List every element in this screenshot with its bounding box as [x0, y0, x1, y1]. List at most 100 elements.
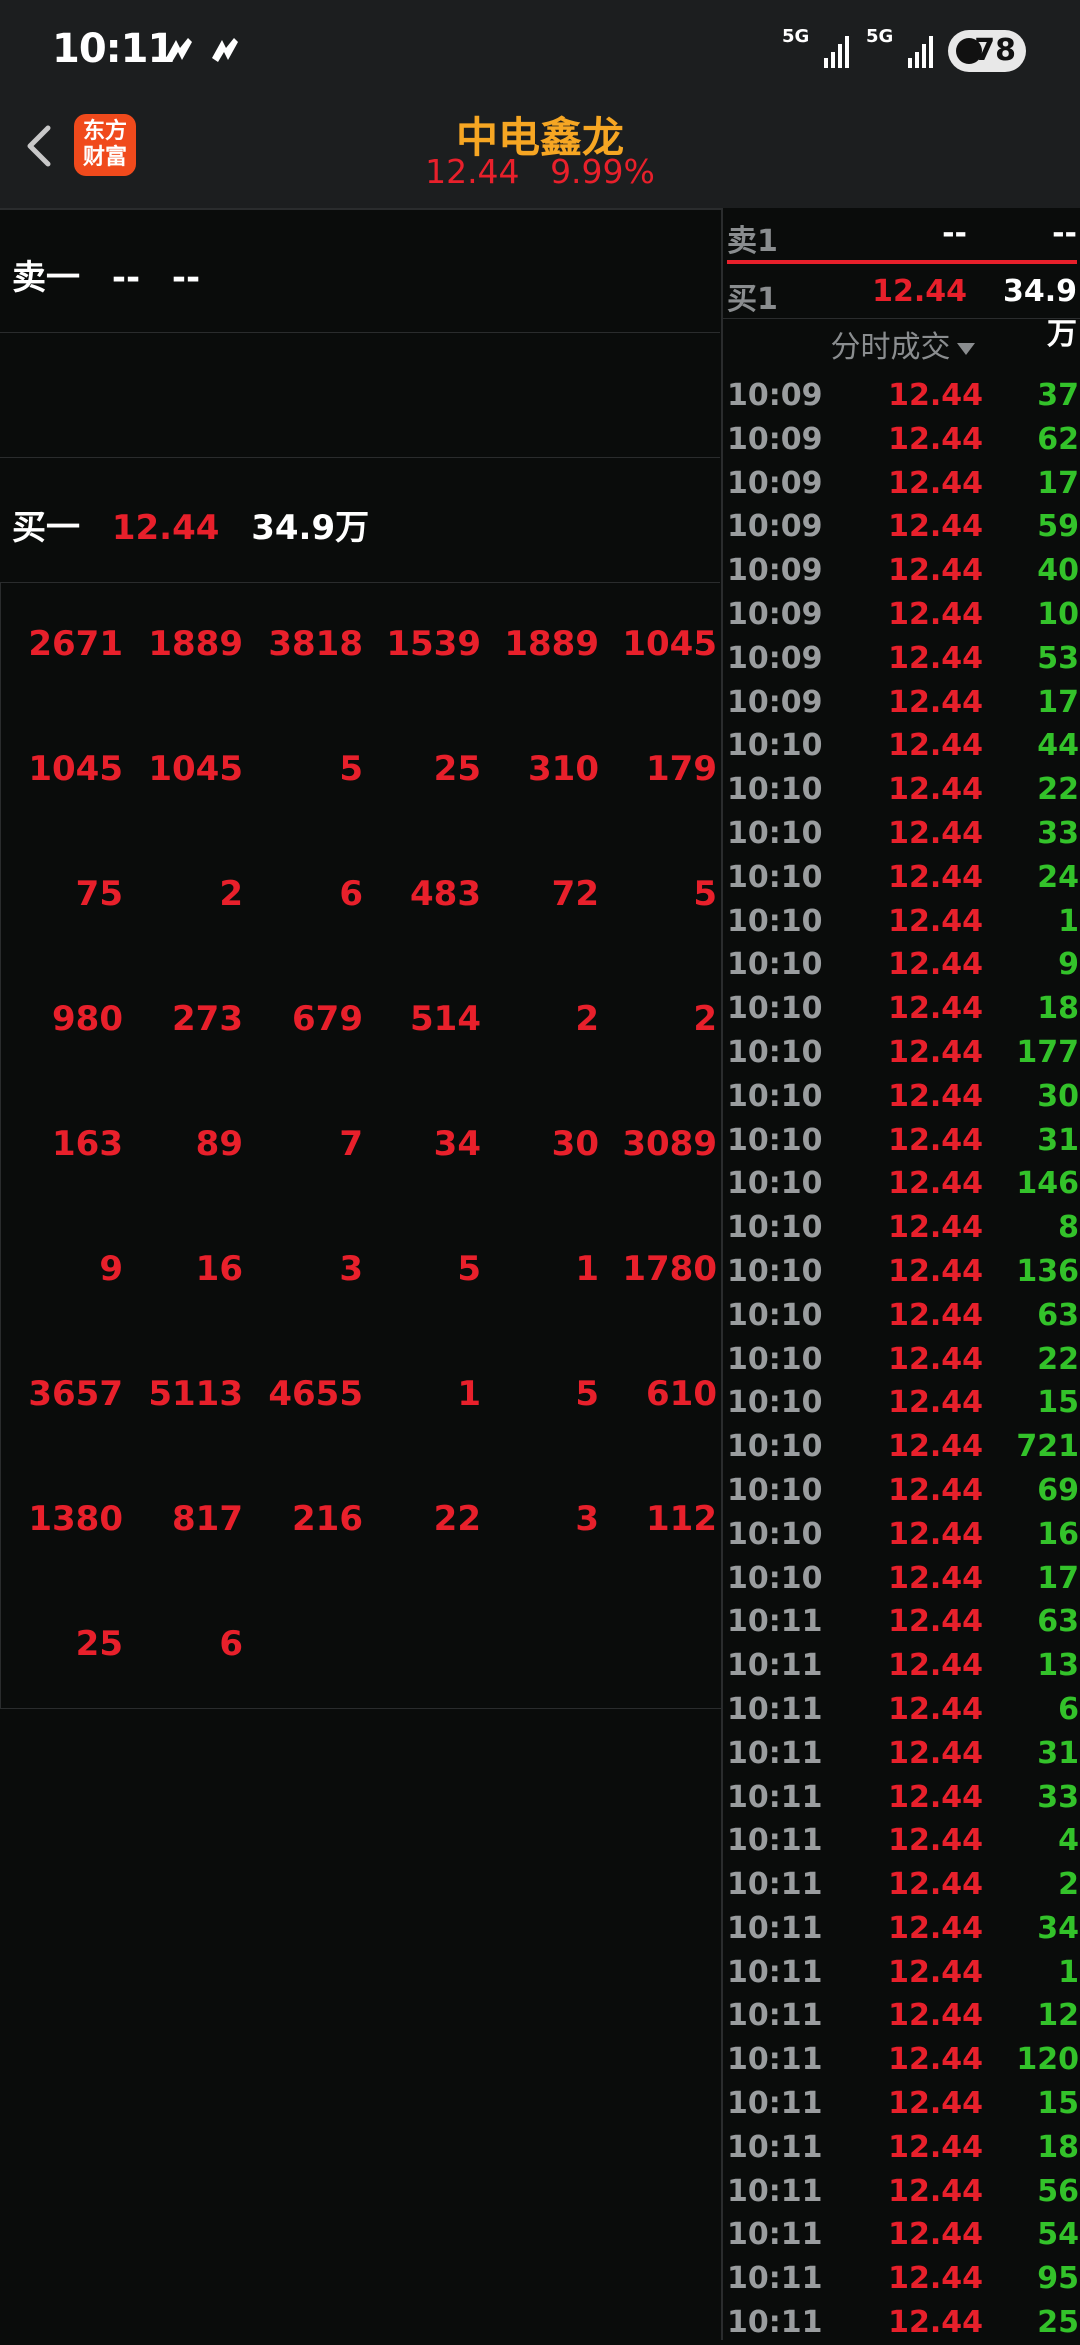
- queue-cell: 1045: [622, 624, 717, 664]
- queue-cell: 5: [457, 1249, 481, 1289]
- tick-time: 10:10: [727, 1516, 823, 1552]
- queue-cell: 3: [339, 1249, 363, 1289]
- tick-list[interactable]: 10:09 12.44 37 10:09 12.44 62 10:09 12.44 17 10:0…: [723, 374, 1080, 2345]
- queue-cell: 514: [410, 999, 481, 1039]
- tick-row: 10:09 12.44 17: [723, 681, 1080, 725]
- tick-price: 12.44: [888, 378, 983, 413]
- tick-row: 10:09 12.44 10: [723, 593, 1080, 637]
- tick-volume: 40: [1037, 553, 1079, 589]
- queue-cell: 980: [52, 999, 123, 1039]
- order-queue-grid: 2671 1889 3818 1539 1889 1045 1045 1045 5 25 310 17…: [0, 582, 721, 1709]
- tick-row: 10:11 12.44 56: [723, 2170, 1080, 2214]
- tick-volume: 136: [1016, 1253, 1079, 1289]
- tick-row: 10:11 12.44 4: [723, 1819, 1080, 1863]
- tick-row: 10:10 12.44 15: [723, 1381, 1080, 1425]
- tick-time: 10:10: [727, 1297, 823, 1333]
- tick-row: 10:11 12.44 15: [723, 2082, 1080, 2126]
- tick-price: 12.44: [888, 2261, 983, 2297]
- tick-row: 10:11 12.44 2: [723, 1863, 1080, 1907]
- queue-cell: 5: [575, 1374, 599, 1414]
- status-bar: 10:11 5G 5G 78: [0, 0, 1080, 100]
- queue-cell: 1889: [504, 624, 599, 664]
- stock-quote: 12.44 9.99%: [0, 152, 1080, 191]
- queue-cell: 30: [551, 1124, 599, 1164]
- tick-volume: 15: [1037, 1385, 1079, 1421]
- tick-row: 10:10 12.44 177: [723, 1031, 1080, 1075]
- tick-row: 10:11 12.44 31: [723, 1732, 1080, 1776]
- tick-row: 10:09 12.44 17: [723, 462, 1080, 506]
- tick-volume: 177: [1016, 1034, 1079, 1070]
- queue-cell: 1380: [28, 1499, 123, 1539]
- tick-price: 12.44: [888, 553, 983, 589]
- tick-time: 10:09: [727, 421, 823, 457]
- tick-volume: 22: [1037, 772, 1079, 808]
- sell1-volume: --: [171, 258, 201, 298]
- dropdown-triangle-icon: [956, 342, 975, 355]
- tick-row: 10:11 12.44 12: [723, 1994, 1080, 2038]
- tick-price: 12.44: [888, 421, 983, 457]
- tick-row: 10:10 12.44 22: [723, 1338, 1080, 1382]
- tick-row: 10:11 12.44 33: [723, 1776, 1080, 1820]
- queue-cell: 610: [646, 1374, 717, 1414]
- tick-price: 12.44: [888, 1297, 983, 1333]
- tick-volume: 22: [1037, 1341, 1079, 1377]
- queue-cell: 5: [339, 749, 363, 789]
- tick-row: 10:10 12.44 24: [723, 856, 1080, 900]
- tick-volume: 1: [1058, 1954, 1079, 1990]
- tick-volume: 146: [1016, 1166, 1079, 1202]
- tick-row: 10:11 12.44 120: [723, 2038, 1080, 2082]
- tick-row: 10:10 12.44 1: [723, 900, 1080, 944]
- quote-sell1-row: 卖1 -- --: [723, 208, 1080, 259]
- network-type-2: 5G: [866, 26, 894, 47]
- tick-volume: 17: [1037, 465, 1079, 501]
- tick-price: 12.44: [888, 2042, 983, 2078]
- tick-row: 10:11 12.44 54: [723, 2213, 1080, 2257]
- tick-volume: 9: [1058, 947, 1079, 983]
- tick-volume: 6: [1058, 1691, 1079, 1727]
- tick-volume: 8: [1058, 1210, 1079, 1246]
- tick-price: 12.44: [888, 1166, 983, 1202]
- tick-row: 10:10 12.44 16: [723, 1513, 1080, 1557]
- tick-price: 12.44: [888, 1560, 983, 1596]
- queue-cell: 9: [99, 1249, 123, 1289]
- queue-cell: 5: [693, 874, 717, 914]
- tick-row: 10:11 12.44 18: [723, 2126, 1080, 2170]
- tick-volume: 10: [1037, 596, 1079, 632]
- tick-price: 12.44: [888, 2086, 983, 2122]
- tick-volume: 53: [1037, 640, 1079, 676]
- queue-cell: 310: [528, 749, 599, 789]
- stock-price: 12.44: [425, 152, 520, 191]
- tick-time: 10:09: [727, 509, 823, 545]
- tick-volume: 16: [1037, 1516, 1079, 1552]
- tick-price: 12.44: [888, 1472, 983, 1508]
- quote-buy1-label: 买1: [727, 282, 778, 317]
- notification-icon: [166, 38, 192, 62]
- status-time: 10:11: [52, 26, 175, 72]
- tick-volume: 31: [1037, 1122, 1079, 1158]
- queue-row: 2671 1889 3818 1539 1889 1045: [1, 582, 721, 707]
- tick-type-selector[interactable]: 分时成交: [723, 322, 1080, 366]
- queue-cell: 2: [219, 874, 243, 914]
- queue-cell: 273: [172, 999, 243, 1039]
- tick-volume: 62: [1037, 421, 1079, 457]
- quote-buy1-price: 12.44: [872, 274, 967, 309]
- tick-volume: 59: [1037, 509, 1079, 545]
- quote-sell1-price: --: [942, 216, 967, 251]
- tick-price: 12.44: [888, 1341, 983, 1377]
- tick-price: 12.44: [888, 1735, 983, 1771]
- quote-buy1-row: 买1 12.44 34.9万: [723, 266, 1080, 352]
- tick-row: 10:10 12.44 30: [723, 1075, 1080, 1119]
- tick-price: 12.44: [888, 1823, 983, 1859]
- tick-volume: 18: [1037, 991, 1079, 1027]
- queue-cell: 2: [693, 999, 717, 1039]
- tick-time: 10:10: [727, 1034, 823, 1070]
- tick-row: 10:10 12.44 9: [723, 943, 1080, 987]
- tick-time: 10:10: [727, 947, 823, 983]
- tick-time: 10:10: [727, 991, 823, 1027]
- tick-price: 12.44: [888, 1253, 983, 1289]
- tick-time: 10:11: [727, 1604, 823, 1640]
- tick-time: 10:11: [727, 1910, 823, 1946]
- quote-sell1-label: 卖1: [727, 224, 778, 259]
- tick-time: 10:11: [727, 1779, 823, 1815]
- queue-row: 1380 817 216 22 3 112: [1, 1457, 721, 1582]
